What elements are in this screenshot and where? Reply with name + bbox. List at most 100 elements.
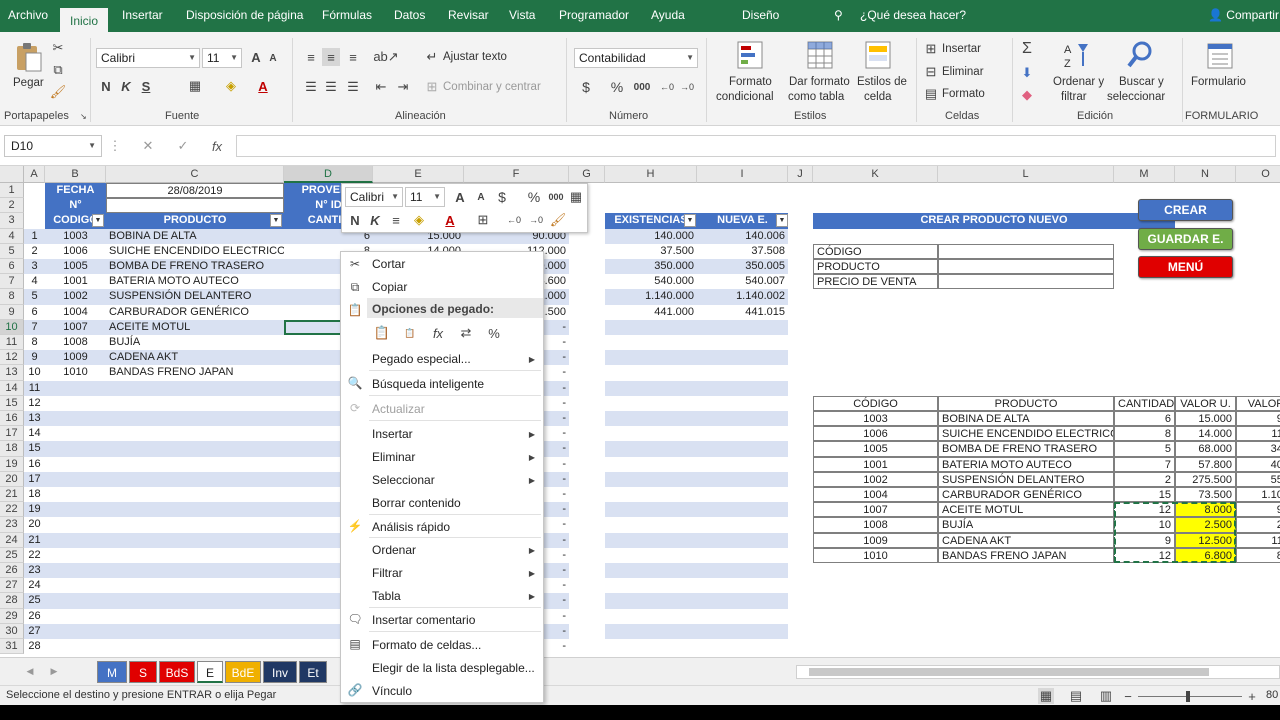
table2-valor[interactable]: 112. [1236,532,1280,548]
row-header[interactable]: 11 [0,335,24,351]
cell[interactable] [697,441,788,457]
row-num[interactable]: 12 [24,396,45,411]
row-header[interactable]: 23 [0,517,24,533]
align-middle-icon[interactable]: ≡ [322,48,340,66]
cell[interactable] [605,563,697,579]
table2-valor[interactable]: 1.102. [1236,487,1280,503]
table2-cantidad[interactable]: 12 [1114,547,1175,563]
table2-header[interactable]: CANTIDAD [1114,395,1175,411]
row-header[interactable]: 21 [0,487,24,503]
align-top-icon[interactable]: ≡ [302,48,320,66]
dialog-launcher-icon[interactable]: ↘ [80,112,87,121]
table2-valor[interactable]: 25. [1236,517,1280,533]
cell[interactable] [697,593,788,609]
grow-font-icon[interactable]: A [248,49,264,65]
fill-color-icon[interactable]: ◈ [410,211,428,229]
orientation-icon[interactable]: ab↗ [373,48,398,66]
cell[interactable] [45,471,106,487]
tab-diseno[interactable]: Diseño [742,8,779,22]
row-header[interactable]: 29 [0,608,24,624]
sheet-tab-bds[interactable]: BdS [159,661,195,683]
font-name-combo[interactable]: Calibri ▼ [96,48,200,68]
cell[interactable] [605,380,697,396]
enter-icon[interactable]: ✓ [175,138,191,154]
cell[interactable] [106,487,284,502]
cell[interactable] [697,411,788,427]
cell[interactable] [697,609,788,624]
cell[interactable] [605,623,697,639]
table2-producto[interactable]: SUICHE ENCENDIDO ELECTRICO [938,426,1114,442]
cell[interactable] [605,517,697,532]
cell-styles-icon[interactable] [864,40,894,70]
fill-color-icon[interactable]: ◈ [222,78,240,94]
tab-archivo[interactable]: Archivo [8,8,48,22]
wrap-text-button[interactable]: Ajustar texto [443,51,507,63]
cell[interactable] [106,396,284,411]
cell[interactable] [45,563,106,579]
table2-valor-u[interactable]: 6.800 [1175,547,1236,563]
table2-valor[interactable]: 96. [1236,502,1280,518]
row-num[interactable]: 8 [24,335,45,350]
next-sheet-icon[interactable]: ▶ [48,664,60,678]
nueva-e-cell[interactable]: 1.140.002 [697,289,788,305]
row-num[interactable]: 6 [24,305,45,320]
cell[interactable] [45,457,106,472]
codigo-cell[interactable]: 1005 [45,259,106,275]
align-center-icon[interactable]: ≡ [388,211,404,229]
cell[interactable] [605,396,697,411]
cell[interactable] [605,502,697,518]
table2-cantidad[interactable]: 9 [1114,532,1175,548]
table2-codigo[interactable]: 1004 [813,487,938,503]
column-header-b[interactable]: B [45,166,106,183]
table2-codigo[interactable]: 1006 [813,426,938,442]
borders-icon[interactable]: ▦ [186,78,204,94]
cell[interactable] [605,457,697,472]
table2-codigo[interactable]: 1008 [813,517,938,533]
zoom-out-icon[interactable]: − [1122,688,1134,704]
form-button[interactable]: Formulario [1191,76,1246,88]
producto-cell[interactable]: BUJÍA [106,335,284,350]
column-header-d[interactable]: D [284,166,373,183]
cell[interactable] [605,319,697,335]
row-header[interactable]: 20 [0,471,24,487]
table2-valor[interactable]: 112. [1236,426,1280,442]
row-num[interactable]: 2 [24,244,45,259]
cell[interactable] [106,593,284,609]
currency-icon[interactable]: $ [494,188,510,206]
cell[interactable] [605,487,697,502]
cut-icon[interactable]: ✂ [50,40,66,56]
table2-producto[interactable]: BUJÍA [938,517,1114,533]
crear-producto-title[interactable]: CREAR PRODUCTO NUEVO [813,213,1175,229]
worksheet-grid[interactable]: ABCDEFGHIJKLMNO 1 2 3 4 5 6 7 8 9 10 11 12 13 14 15 16 1… [0,166,1280,657]
cell[interactable] [45,396,106,411]
grow-font-icon[interactable]: A [452,188,468,206]
zoom-slider-thumb[interactable] [1186,691,1190,702]
autosum-icon[interactable]: Σ [1018,40,1036,58]
table2-header[interactable]: CÓDIGO [813,395,938,411]
table2-valor[interactable]: 551. [1236,471,1280,487]
row-num[interactable]: 21 [24,532,45,548]
row-num[interactable]: 20 [24,517,45,532]
cell[interactable] [106,502,284,518]
merge-center-button[interactable]: Combinar y centrar [443,81,541,93]
cell[interactable] [697,502,788,518]
row-header[interactable]: 5 [0,243,24,259]
paste-transpose-icon[interactable]: ⇄ [455,322,477,344]
row-header[interactable]: 28 [0,593,24,609]
tab-inicio[interactable]: Inicio [60,8,109,32]
sheet-tab-bde[interactable]: BdE [225,661,261,683]
row-num[interactable]: 27 [24,623,45,639]
cell[interactable] [45,623,106,639]
table2-producto[interactable]: ACEITE MOTUL [938,502,1114,518]
cell[interactable] [106,457,284,472]
existencias-cell[interactable]: 37.500 [605,244,697,259]
menu-select[interactable]: Seleccionar [372,473,435,487]
cell[interactable] [106,563,284,579]
row-num[interactable]: 1 [24,228,45,244]
row-header[interactable]: 4 [0,228,24,244]
row-num[interactable]: 5 [24,289,45,305]
paste-values-icon[interactable]: 📋 [399,322,421,344]
font-color-icon[interactable]: A [254,78,272,94]
name-box[interactable]: D10 ▼ [4,135,102,157]
table2-header[interactable]: VALOR [1236,395,1280,411]
